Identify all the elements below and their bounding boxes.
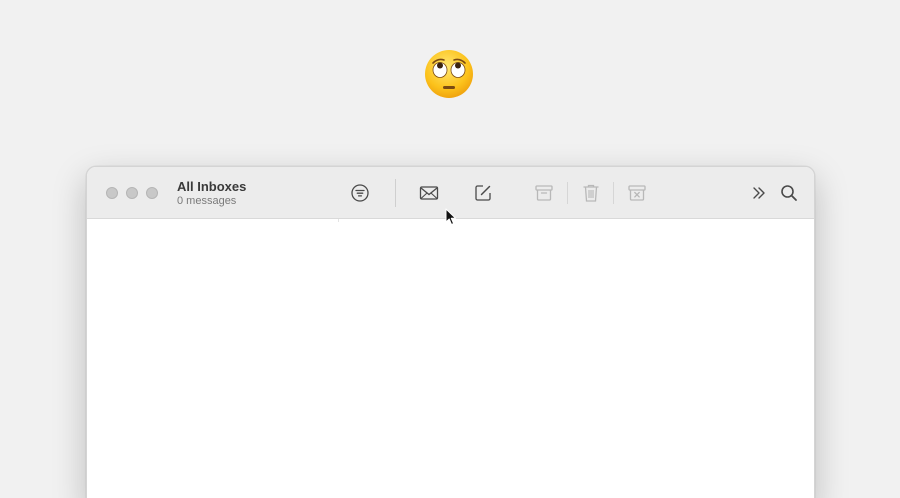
pane-divider[interactable] xyxy=(338,219,339,222)
mailbox-title: All Inboxes xyxy=(177,179,247,194)
rolling-eyes-emoji-icon xyxy=(425,50,473,98)
trash-button[interactable] xyxy=(579,181,603,205)
desktop: All Inboxes 0 messages xyxy=(0,0,900,498)
message-count: 0 messages xyxy=(177,195,237,207)
archive-button[interactable] xyxy=(532,181,556,205)
trash-icon xyxy=(583,184,599,202)
toolbar-separator xyxy=(567,182,568,204)
compose-button[interactable] xyxy=(471,181,495,205)
close-window-button[interactable] xyxy=(106,187,118,199)
message-list-area xyxy=(87,219,814,498)
archive-icon xyxy=(535,185,553,201)
toolbar-separator xyxy=(395,179,396,207)
junk-icon xyxy=(628,185,646,201)
filter-button[interactable] xyxy=(348,181,372,205)
junk-button[interactable] xyxy=(625,181,649,205)
compose-icon xyxy=(475,185,491,201)
get-mail-button[interactable] xyxy=(417,181,441,205)
toolbar-separator xyxy=(613,182,614,204)
minimize-window-button[interactable] xyxy=(126,187,138,199)
filter-icon xyxy=(351,184,369,202)
mailbox-title-block: All Inboxes 0 messages xyxy=(177,179,246,208)
zoom-window-button[interactable] xyxy=(146,187,158,199)
search-button[interactable] xyxy=(777,181,801,205)
more-toolbar-items-button[interactable] xyxy=(747,181,771,205)
mouse-pointer-icon xyxy=(445,208,457,225)
double-chevron-right-icon xyxy=(753,187,765,199)
envelope-icon xyxy=(419,186,439,200)
search-icon xyxy=(781,185,797,201)
